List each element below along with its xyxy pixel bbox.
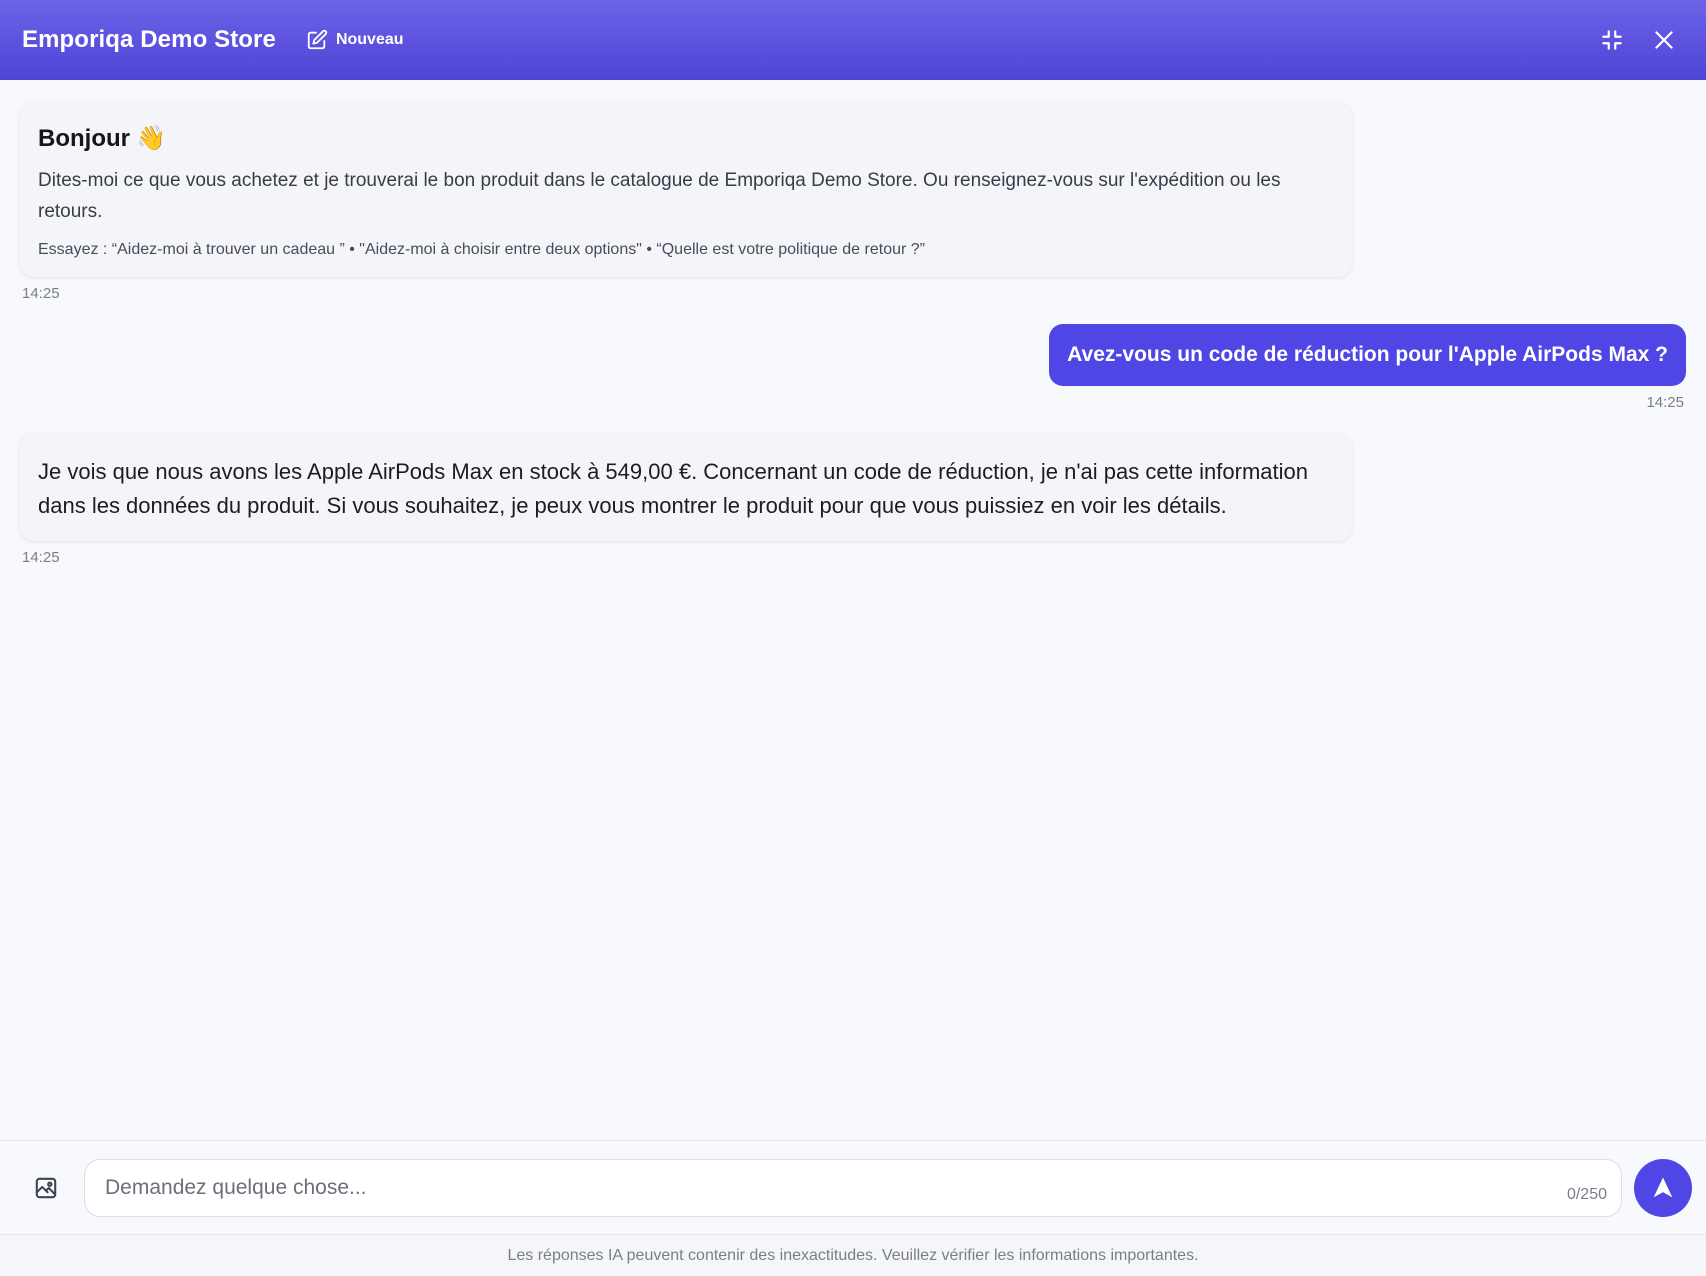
assistant-message: Je vois que nous avons les Apple AirPods… — [20, 433, 1686, 566]
minimize-button[interactable] — [1592, 20, 1632, 60]
message-timestamp: 14:25 — [22, 549, 60, 566]
welcome-text: Dites-moi ce que vous achetez et je trou… — [38, 170, 1281, 222]
message-input-container: 0/250 — [84, 1158, 1622, 1217]
welcome-title: Bonjour 👋 — [38, 124, 1334, 153]
edit-icon — [307, 29, 328, 50]
suggestion-prompts: Essayez : “Aidez-moi à trouver un cadeau… — [38, 241, 925, 258]
message-timestamp: 14:25 — [1646, 394, 1684, 411]
assistant-message-welcome: Bonjour 👋 Dites-moi ce que vous achetez … — [20, 102, 1686, 302]
welcome-bubble: Bonjour 👋 Dites-moi ce que vous achetez … — [20, 102, 1352, 277]
send-icon — [1653, 1177, 1673, 1197]
send-button[interactable] — [1634, 1158, 1692, 1217]
chat-widget: Emporiqa Demo Store Nouveau Bonjour 👋 Di… — [0, 0, 1706, 1276]
store-title: Emporiqa Demo Store — [22, 26, 276, 53]
assistant-bubble: Je vois que nous avons les Apple AirPods… — [20, 433, 1352, 541]
chat-header: Emporiqa Demo Store Nouveau — [0, 0, 1706, 80]
message-list: Bonjour 👋 Dites-moi ce que vous achetez … — [0, 80, 1706, 1140]
collapse-icon — [1602, 30, 1622, 50]
waving-hand-icon: 👋 — [135, 125, 166, 152]
welcome-greeting: Bonjour — [38, 124, 130, 152]
assistant-reply-text: Je vois que nous avons les Apple AirPods… — [38, 459, 1308, 518]
attach-image-button[interactable] — [22, 1164, 70, 1212]
message-timestamp: 14:25 — [22, 285, 60, 302]
close-icon — [1655, 31, 1673, 49]
image-icon — [35, 1177, 57, 1198]
new-conversation-button[interactable]: Nouveau — [306, 29, 404, 51]
user-bubble: Avez-vous un code de réduction pour l'Ap… — [1049, 324, 1686, 386]
character-counter: 0/250 — [1566, 1185, 1607, 1203]
message-input[interactable] — [105, 1175, 1557, 1200]
ai-disclaimer: Les réponses IA peuvent contenir des ine… — [0, 1234, 1706, 1276]
user-message: Avez-vous un code de réduction pour l'Ap… — [20, 324, 1686, 411]
new-conversation-label: Nouveau — [335, 31, 404, 48]
close-button[interactable] — [1644, 20, 1684, 60]
composer: 0/250 — [0, 1140, 1706, 1234]
